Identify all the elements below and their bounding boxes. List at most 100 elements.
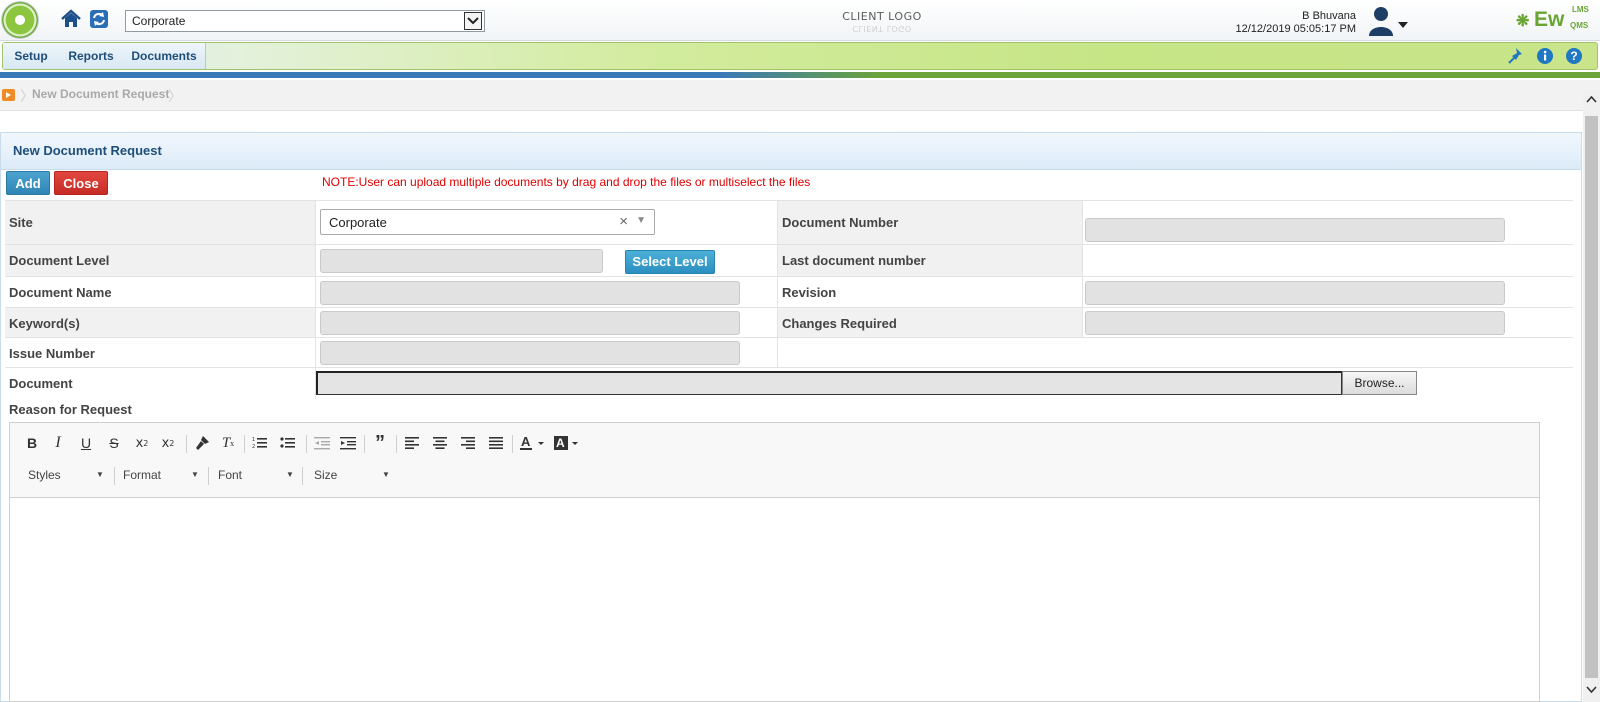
editor-content-area[interactable] (10, 498, 1539, 702)
align-center-icon[interactable] (428, 432, 452, 454)
keywords-field[interactable] (320, 311, 740, 335)
remove-format-icon[interactable]: Tx (216, 432, 240, 454)
text-color-icon[interactable]: A (518, 432, 548, 454)
issue-number-field[interactable] (320, 341, 740, 365)
numbered-list-icon[interactable]: 12 (248, 432, 272, 454)
bulleted-list-icon[interactable] (276, 432, 300, 454)
document-label: Document (9, 376, 73, 391)
decrease-indent-icon[interactable] (310, 432, 334, 454)
dropdown-arrow-icon[interactable]: ▼ (636, 215, 646, 226)
bold-icon[interactable]: B (20, 432, 44, 454)
brand-logo: ❋ Ew LMS QMS (1516, 4, 1596, 34)
client-logo: CLIENT LOGO CLIENT LOGO (840, 10, 924, 34)
italic-icon[interactable]: I (46, 432, 70, 454)
size-combo-label: Size (314, 468, 338, 482)
document-number-label-cell: Document Number (778, 201, 1083, 244)
site-dropdown[interactable]: Corporate (125, 10, 485, 32)
font-combo-label: Font (218, 468, 243, 482)
revision-field[interactable] (1085, 281, 1505, 305)
keywords-label: Keyword(s) (9, 316, 80, 331)
document-level-cell: Select Level (316, 245, 778, 276)
changes-required-cell (1083, 308, 1573, 337)
issue-number-label: Issue Number (9, 346, 95, 361)
menu-reports[interactable]: Reports (59, 43, 124, 69)
svg-text:A: A (521, 435, 531, 449)
align-left-icon[interactable] (400, 432, 424, 454)
document-number-field[interactable] (1085, 218, 1505, 242)
scrollbar-thumb[interactable] (1585, 116, 1598, 678)
underline-icon[interactable]: U (74, 432, 98, 454)
changes-required-label-cell: Changes Required (778, 308, 1083, 337)
changes-required-label: Changes Required (782, 316, 897, 331)
chevron-down-icon[interactable] (464, 12, 482, 30)
browse-button[interactable]: Browse... (1342, 371, 1417, 395)
keywords-label-cell: Keyword(s) (5, 308, 316, 337)
clear-icon[interactable]: × (619, 213, 628, 230)
font-combo[interactable]: Font ▼ (218, 463, 298, 487)
rich-text-editor: B I U S x2 x2 Tx 12 ” A A Styles ▼ Forma… (9, 422, 1540, 702)
toolbar-separator (396, 435, 397, 453)
breadcrumb-home-icon[interactable] (2, 88, 16, 102)
toolbar-separator (512, 435, 513, 453)
strikethrough-icon[interactable]: S (102, 432, 126, 454)
vertical-scrollbar[interactable] (1583, 90, 1600, 702)
brand-top: LMS (1572, 5, 1589, 14)
add-button[interactable]: Add (6, 171, 50, 195)
issue-number-label-cell: Issue Number (5, 338, 316, 367)
combo-arrow-icon: ▼ (286, 470, 294, 479)
document-number-cell (1083, 201, 1573, 244)
svg-text:?: ? (1570, 49, 1577, 63)
info-icon[interactable] (1536, 47, 1554, 65)
superscript-icon[interactable]: x2 (156, 432, 180, 454)
pin-icon[interactable] (1507, 47, 1525, 65)
copy-format-icon[interactable] (190, 432, 214, 454)
panel-header: New Document Request (1, 133, 1581, 170)
issue-number-cell (316, 338, 778, 367)
document-level-field[interactable] (320, 249, 603, 273)
menu-setup[interactable]: Setup (3, 43, 60, 69)
blockquote-icon[interactable]: ” (368, 432, 392, 454)
app-logo[interactable] (2, 2, 38, 38)
toolbar-separator (114, 467, 115, 485)
combo-arrow-icon: ▼ (382, 470, 390, 479)
document-file-input[interactable] (316, 371, 1342, 395)
caret-down-icon[interactable] (1398, 16, 1408, 31)
scroll-down-icon[interactable] (1586, 684, 1597, 696)
subscript-icon[interactable]: x2 (130, 432, 154, 454)
background-color-icon[interactable]: A (552, 432, 582, 454)
login-datetime: 12/12/2019 05:05:17 PM (1235, 23, 1356, 35)
align-justify-icon[interactable] (484, 432, 508, 454)
home-icon (61, 9, 81, 27)
styles-combo[interactable]: Styles ▼ (28, 463, 108, 487)
help-icon[interactable]: ? (1565, 47, 1583, 65)
client-logo-text: CLIENT LOGO (842, 10, 922, 23)
document-number-label: Document Number (782, 215, 899, 230)
keywords-cell (316, 308, 778, 337)
document-name-label-cell: Document Name (5, 277, 316, 307)
document-name-field[interactable] (320, 281, 740, 305)
increase-indent-icon[interactable] (336, 432, 360, 454)
home-button[interactable] (58, 6, 84, 32)
brand-bottom: QMS (1570, 21, 1589, 30)
changes-required-field[interactable] (1085, 311, 1505, 335)
site-select[interactable]: Corporate × ▼ (320, 209, 655, 235)
size-combo[interactable]: Size ▼ (314, 463, 394, 487)
format-combo[interactable]: Format ▼ (123, 463, 203, 487)
last-document-number-label-cell: Last document number (778, 245, 1083, 276)
breadcrumb-current: New Document Request (32, 87, 170, 101)
last-document-number-value (1083, 245, 1573, 276)
toolbar-separator (306, 435, 307, 453)
header-stripe (0, 72, 1600, 78)
avatar[interactable] (1366, 4, 1396, 36)
document-name-label: Document Name (9, 285, 112, 300)
refresh-button[interactable] (86, 6, 112, 32)
close-button[interactable]: Close (54, 171, 108, 195)
select-level-button[interactable]: Select Level (625, 250, 715, 274)
align-right-icon[interactable] (456, 432, 480, 454)
svg-text:A: A (556, 436, 565, 450)
user-name: B Bhuvana (1302, 10, 1356, 22)
breadcrumb-separator-icon: 〉 (168, 88, 182, 104)
menu-documents[interactable]: Documents (123, 43, 206, 69)
scroll-up-icon[interactable] (1586, 94, 1597, 106)
editor-toolbar: B I U S x2 x2 Tx 12 ” A A Styles ▼ Forma… (10, 423, 1539, 498)
